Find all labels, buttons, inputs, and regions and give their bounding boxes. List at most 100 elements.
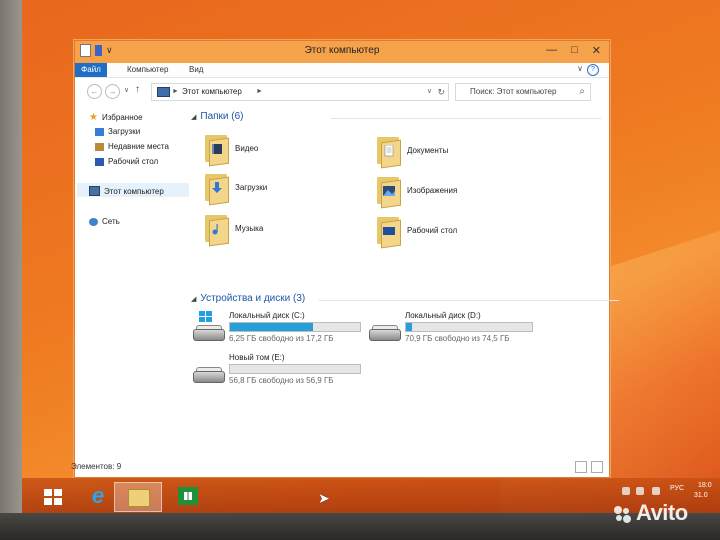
- nav-favorites[interactable]: ★ Избранное: [89, 111, 143, 123]
- collapse-icon[interactable]: ◢: [191, 113, 196, 121]
- folder-pictures-label: Изображения: [407, 185, 458, 195]
- tab-computer[interactable]: Компьютер: [119, 63, 176, 77]
- folder-desktop[interactable]: Рабочий стол: [375, 215, 458, 249]
- address-bar[interactable]: ► Этот компьютер ► ∨ ↻: [151, 83, 449, 101]
- refresh-icon[interactable]: ↻: [437, 84, 445, 100]
- minimize-button[interactable]: —: [546, 44, 557, 57]
- address-dropdown-icon[interactable]: ∨: [427, 84, 432, 100]
- drive-e-usage-bar: [229, 364, 361, 374]
- internet-explorer-icon[interactable]: e: [78, 482, 118, 510]
- folder-documents[interactable]: Документы: [375, 135, 449, 169]
- nav-downloads[interactable]: Загрузки: [95, 127, 140, 136]
- file-explorer-taskbar-icon[interactable]: [114, 482, 162, 512]
- recent-places-icon: [95, 142, 104, 151]
- mouse-cursor-icon: ➤: [318, 490, 330, 506]
- search-placeholder: Поиск: Этот компьютер: [470, 87, 557, 96]
- drive-d-free: 70,9 ГБ свободно из 74,5 ГБ: [405, 334, 510, 343]
- navigation-pane: ★ Избранное Загрузки Недавние места Рабо…: [75, 105, 193, 455]
- star-icon: ★: [89, 111, 98, 123]
- nav-this-pc-label: Этот компьютер: [104, 186, 164, 196]
- nav-recent-places[interactable]: Недавние места: [95, 142, 169, 151]
- drives-group-title: Устройства и диски (3): [200, 293, 306, 304]
- nav-network-label: Сеть: [102, 217, 120, 226]
- folders-group-header[interactable]: ◢ Папки (6): [191, 111, 601, 122]
- folder-documents-label: Документы: [407, 145, 449, 155]
- drive-c-name: Локальный диск (C:): [229, 311, 305, 320]
- system-drive-icon: [191, 311, 225, 341]
- drives-group-header[interactable]: ◢ Устройства и диски (3): [191, 293, 619, 304]
- back-button[interactable]: ←: [87, 84, 102, 99]
- avito-text: Avito: [636, 500, 688, 525]
- drive-e-name: Новый том (E:): [229, 353, 285, 362]
- large-icons-view-icon[interactable]: [591, 461, 603, 473]
- hard-drive-icon: [191, 365, 225, 383]
- breadcrumb-chevron-icon[interactable]: ►: [256, 84, 263, 100]
- drive-c-free: 6,25 ГБ свободно из 17,2 ГБ: [229, 334, 334, 343]
- nav-favorites-label: Избранное: [101, 113, 143, 122]
- nav-desktop-label: Рабочий стол: [108, 157, 159, 166]
- help-button[interactable]: ?: [587, 64, 599, 76]
- drive-e[interactable]: Новый том (E:) 56,8 ГБ свободно из 56,9 …: [191, 353, 371, 393]
- nav-desktop[interactable]: Рабочий стол: [95, 157, 158, 166]
- title-bar[interactable]: ∨ Этот компьютер — □ ✕: [75, 41, 609, 63]
- folder-downloads-label: Загрузки: [235, 182, 268, 192]
- language-indicator[interactable]: РУС: [670, 485, 684, 492]
- windows-logo-icon: [44, 489, 62, 505]
- close-button[interactable]: ✕: [592, 44, 601, 57]
- search-icon[interactable]: ⌕: [579, 84, 585, 100]
- address-text: Этот компьютер: [182, 87, 242, 96]
- desktop-icon: [95, 157, 104, 166]
- folder-music[interactable]: Музыка: [203, 213, 263, 247]
- nav-downloads-label: Загрузки: [108, 127, 141, 136]
- breadcrumb-chevron-icon[interactable]: ►: [172, 84, 179, 100]
- drive-e-free: 56,8 ГБ свободно из 56,9 ГБ: [229, 376, 334, 385]
- drive-d-name: Локальный диск (D:): [405, 311, 481, 320]
- folders-group-title: Папки (6): [200, 111, 244, 122]
- start-button[interactable]: [34, 482, 74, 510]
- computer-icon: [157, 87, 170, 97]
- forward-button[interactable]: →: [105, 84, 120, 99]
- collapse-icon[interactable]: ◢: [191, 295, 196, 303]
- drive-d[interactable]: Локальный диск (D:) 70,9 ГБ свободно из …: [367, 311, 547, 351]
- details-view-icon[interactable]: [575, 461, 587, 473]
- tab-file[interactable]: Файл: [75, 63, 107, 77]
- network-icon: [89, 217, 98, 226]
- action-center-icon[interactable]: [622, 487, 630, 495]
- folder-desktop-label: Рабочий стол: [407, 225, 458, 235]
- recent-locations-icon[interactable]: ∨: [124, 86, 129, 94]
- desktop-folder-icon: [375, 215, 401, 249]
- folder-downloads[interactable]: Загрузки: [203, 172, 268, 206]
- volume-icon[interactable]: [652, 487, 660, 495]
- explorer-window: ∨ Этот компьютер — □ ✕ Файл Компьютер Ви…: [71, 40, 619, 478]
- drive-c-usage-bar: [229, 322, 361, 332]
- folder-videos[interactable]: Видео: [203, 133, 259, 167]
- music-folder-icon: [203, 213, 229, 247]
- videos-folder-icon: [203, 133, 229, 167]
- store-icon[interactable]: [168, 482, 208, 510]
- folder-videos-label: Видео: [235, 143, 259, 153]
- nav-recent-label: Недавние места: [108, 142, 169, 151]
- network-tray-icon[interactable]: [636, 487, 644, 495]
- nav-network[interactable]: Сеть: [89, 217, 120, 226]
- expand-ribbon-icon[interactable]: ∨: [577, 64, 583, 73]
- this-pc-icon: [89, 186, 100, 196]
- status-bar: Элементов: 9: [71, 459, 609, 475]
- avito-logo-icon: [614, 506, 631, 523]
- downloads-icon: [95, 127, 104, 136]
- item-count: Элементов: 9: [71, 462, 122, 471]
- window-title: Этот компьютер: [304, 45, 380, 56]
- search-input[interactable]: Поиск: Этот компьютер ⌕: [455, 83, 591, 101]
- clock-date[interactable]: 31.0: [694, 492, 708, 499]
- tab-view[interactable]: Вид: [181, 63, 211, 77]
- folder-pictures[interactable]: Изображения: [375, 175, 458, 209]
- drive-c[interactable]: Локальный диск (C:) 6,25 ГБ свободно из …: [191, 311, 371, 351]
- nav-this-pc[interactable]: Этот компьютер: [89, 186, 164, 196]
- clock-time[interactable]: 18:0: [698, 482, 712, 489]
- pictures-folder-icon: [375, 175, 401, 209]
- up-button[interactable]: ↑: [135, 84, 140, 95]
- maximize-button[interactable]: □: [571, 44, 578, 57]
- hard-drive-icon: [367, 323, 401, 341]
- avito-watermark: Avito: [612, 500, 688, 526]
- downloads-folder-icon: [203, 172, 229, 206]
- drive-d-usage-bar: [405, 322, 533, 332]
